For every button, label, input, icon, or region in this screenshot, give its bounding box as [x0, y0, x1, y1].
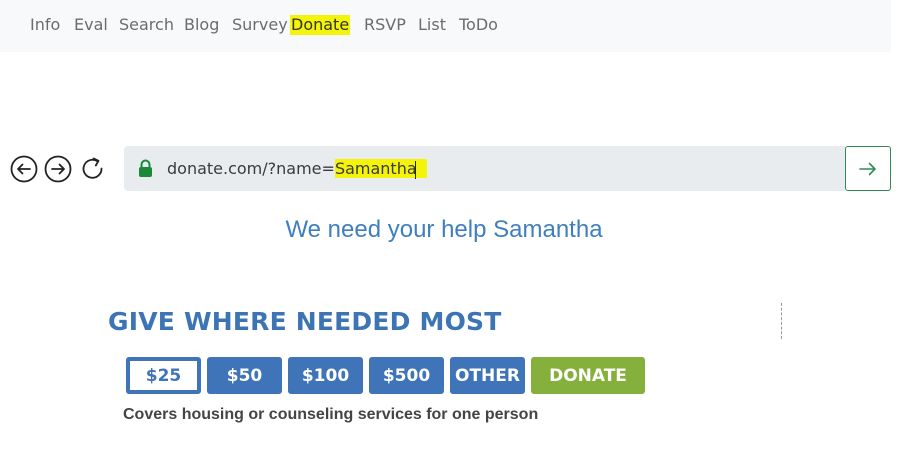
forward-button[interactable]	[44, 155, 72, 183]
nav-item-info[interactable]: Info	[30, 15, 60, 35]
nav-item-donate[interactable]: Donate	[290, 15, 351, 35]
donate-button[interactable]: DONATE	[531, 357, 645, 394]
lock-icon	[139, 159, 152, 177]
amount-button-50[interactable]: $50	[207, 357, 282, 394]
arrow-right-icon	[859, 162, 876, 176]
nav-item-eval[interactable]: Eval	[74, 15, 108, 35]
amount-description: Covers housing or counseling services fo…	[123, 406, 539, 423]
back-button[interactable]	[10, 155, 38, 183]
url-name-value: Samantha	[334, 159, 427, 179]
url-text[interactable]: donate.com/?name=Samantha	[167, 158, 427, 180]
nav-item-survey[interactable]: Survey	[232, 15, 288, 35]
nav-item-todo[interactable]: ToDo	[459, 15, 498, 35]
reload-button[interactable]	[79, 155, 107, 183]
amount-button-other[interactable]: OTHER	[450, 357, 525, 394]
page-headline: We need your help Samantha	[285, 216, 603, 243]
top-nav: Info Eval Search Blog Survey Donate RSVP…	[0, 0, 891, 52]
text-caret	[414, 161, 416, 179]
amount-button-25[interactable]: $25	[126, 357, 201, 394]
arrow-right-circle-icon	[44, 155, 72, 183]
arrow-left-circle-icon	[10, 155, 38, 183]
reload-icon	[82, 157, 103, 179]
nav-item-rsvp[interactable]: RSVP	[364, 15, 406, 35]
url-prefix: donate.com/?name=	[167, 159, 335, 178]
vertical-divider	[781, 303, 782, 339]
amount-button-100[interactable]: $100	[288, 357, 363, 394]
nav-item-list[interactable]: List	[418, 15, 446, 35]
nav-item-blog[interactable]: Blog	[184, 15, 219, 35]
go-button[interactable]	[845, 146, 891, 191]
url-bar[interactable]: donate.com/?name=Samantha	[124, 146, 845, 191]
give-title: GIVE WHERE NEEDED MOST	[108, 307, 502, 336]
nav-item-search[interactable]: Search	[119, 15, 174, 35]
amount-button-500[interactable]: $500	[369, 357, 444, 394]
